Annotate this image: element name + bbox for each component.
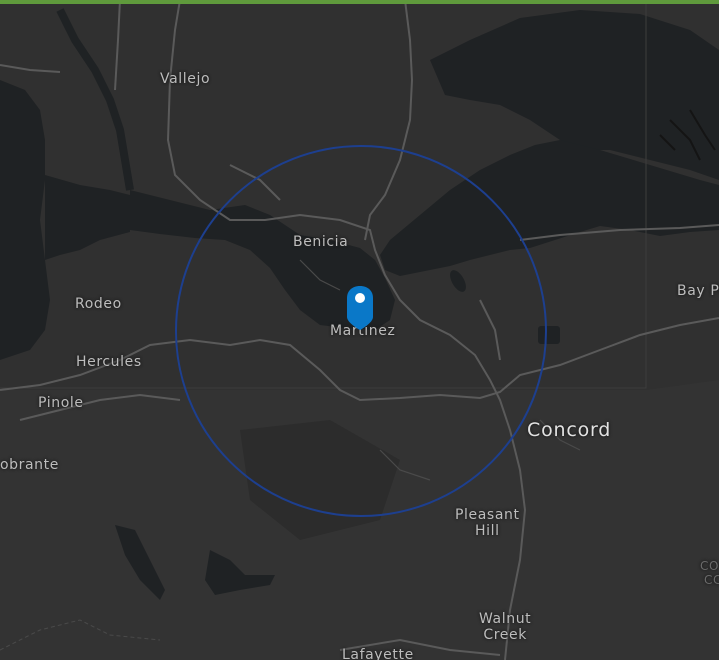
place-label-pleasant-hill: Pleasant Hill xyxy=(455,507,520,539)
map-pin-icon[interactable] xyxy=(345,285,375,331)
top-accent-bar xyxy=(0,0,719,4)
map-view[interactable]: Vallejo Benicia Rodeo Hercules Pinole ob… xyxy=(0,0,719,660)
place-label-rodeo: Rodeo xyxy=(75,296,122,312)
place-label-el-sobrante: obrante xyxy=(0,457,59,473)
reservoir-1 xyxy=(538,326,560,344)
place-label-pleasant-hill-line-1: Pleasant xyxy=(455,507,520,523)
place-label-pleasant-hill-line-2: Hill xyxy=(474,523,500,539)
edge-label-fragment-2: CC xyxy=(704,573,719,587)
place-label-vallejo: Vallejo xyxy=(160,71,211,87)
place-label-walnut-creek-line-1: Walnut xyxy=(479,611,532,627)
place-label-walnut-creek: Walnut Creek xyxy=(479,611,531,643)
place-label-concord: Concord xyxy=(527,419,612,441)
place-label-walnut-creek-line-2: Creek xyxy=(483,627,527,643)
place-label-bay-point: Bay Po xyxy=(677,283,719,299)
place-label-benicia: Benicia xyxy=(293,234,349,250)
place-label-pinole: Pinole xyxy=(38,395,84,411)
place-label-hercules: Hercules xyxy=(76,354,142,370)
place-label-lafayette: Lafayette xyxy=(342,647,414,660)
